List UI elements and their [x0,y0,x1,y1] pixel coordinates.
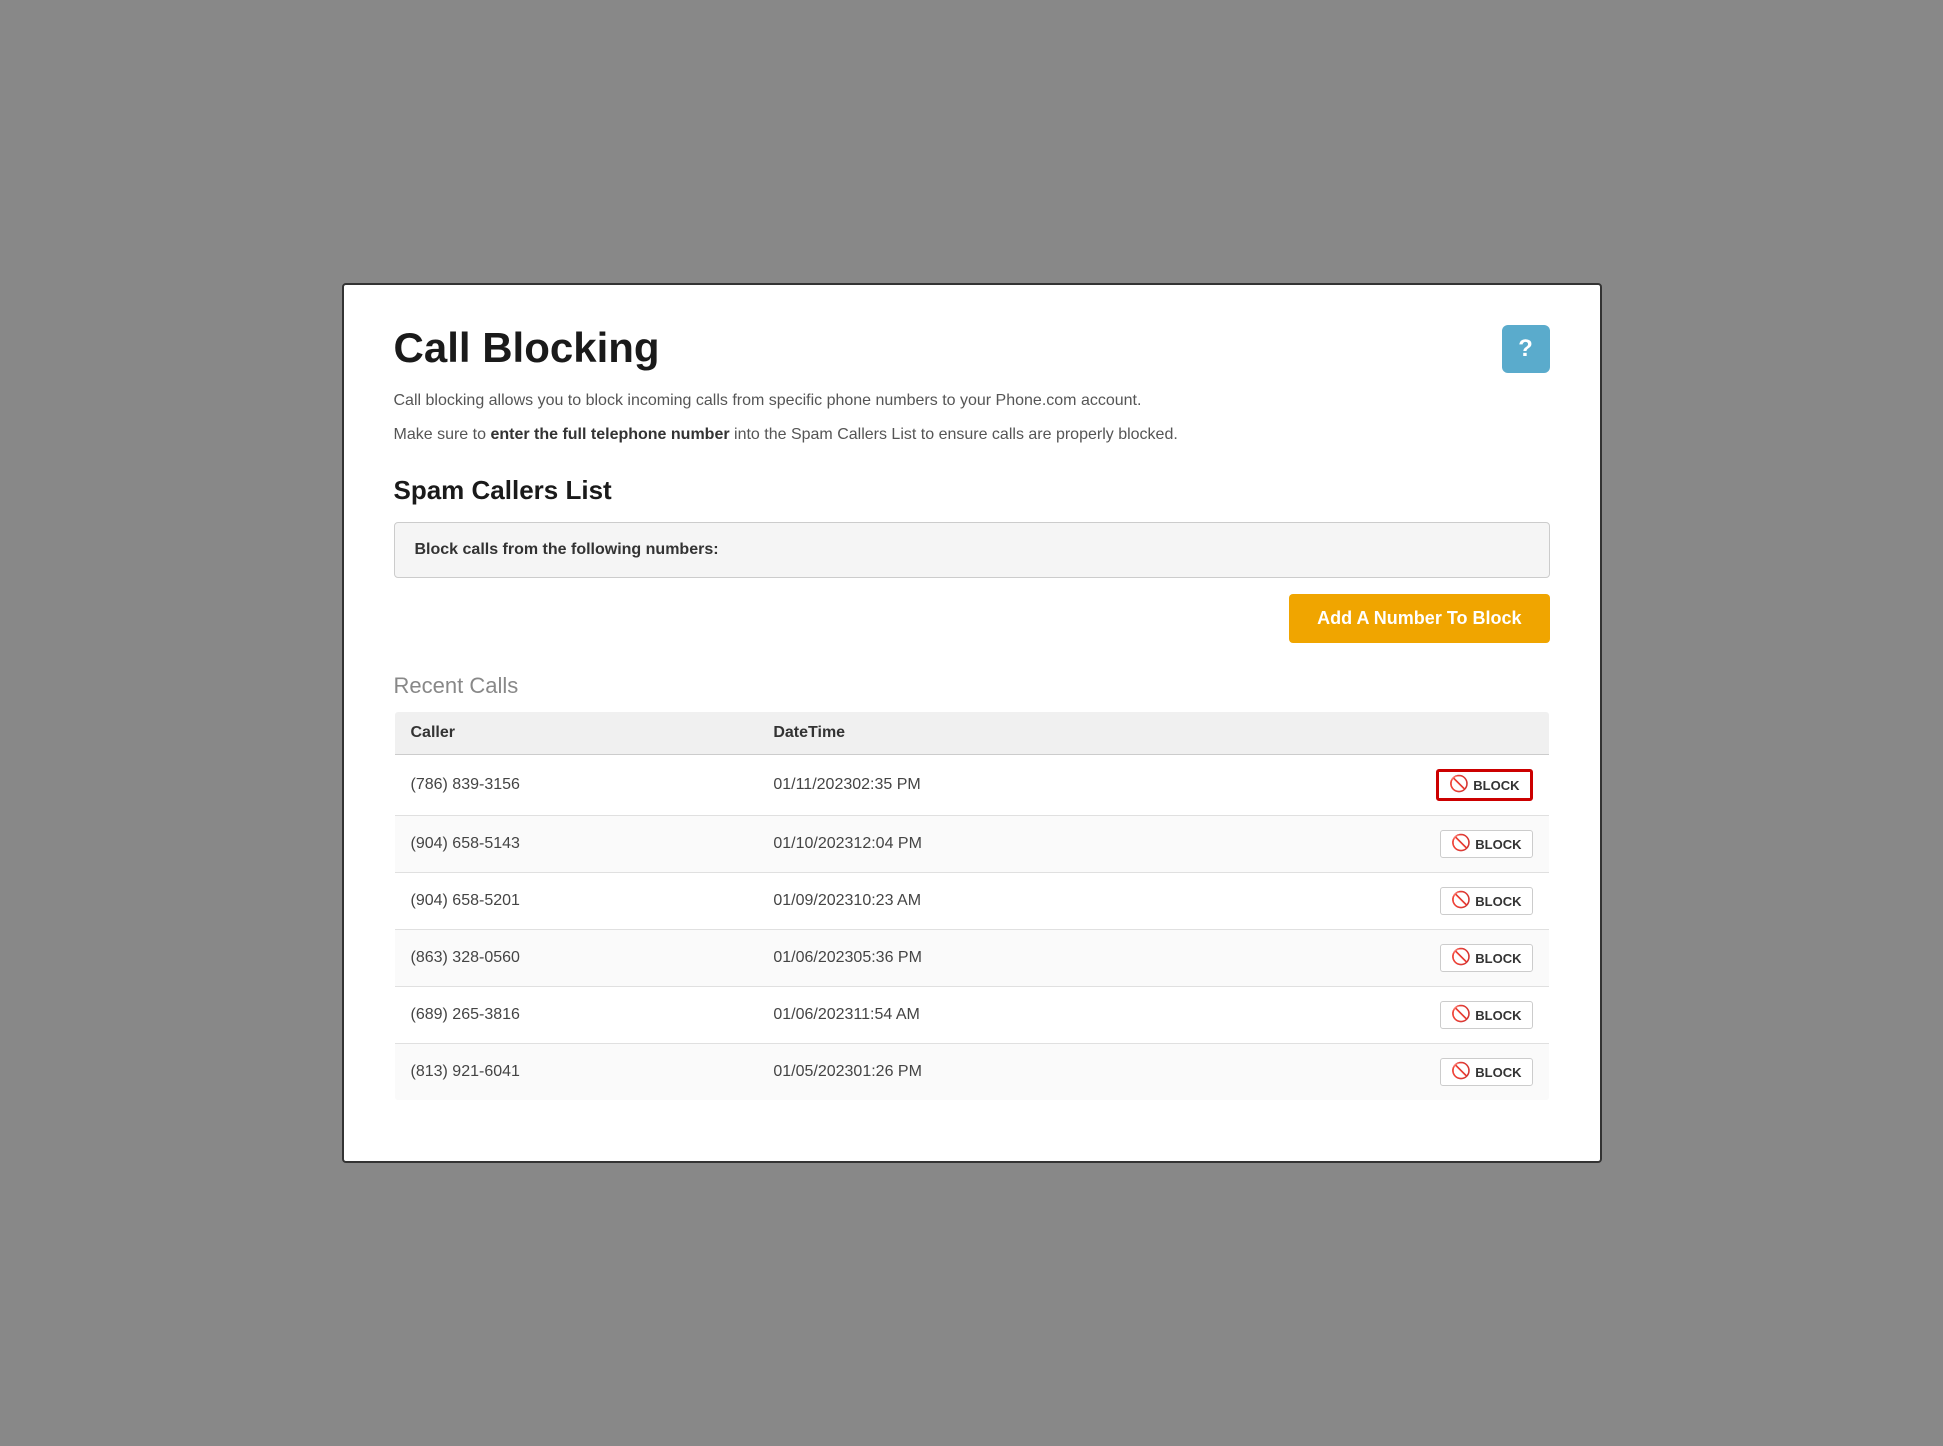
block-icon: 🚫 [1451,950,1471,966]
spam-callers-box: Block calls from the following numbers: [394,522,1550,578]
block-label: BLOCK [1473,778,1519,793]
description1: Call blocking allows you to block incomi… [394,389,1550,413]
cell-caller: (786) 839-3156 [394,755,757,816]
block-button[interactable]: 🚫 BLOCK [1436,769,1532,801]
block-button[interactable]: 🚫 BLOCK [1440,830,1532,858]
col-caller: Caller [394,712,757,755]
spam-callers-title: Spam Callers List [394,475,1550,506]
cell-datetime: 01/06/202305:36 PM [757,930,1219,987]
block-button[interactable]: 🚫 BLOCK [1440,1058,1532,1086]
cell-caller: (904) 658-5201 [394,873,757,930]
cell-block: 🚫 BLOCK [1220,987,1549,1044]
cell-datetime: 01/05/202301:26 PM [757,1044,1219,1101]
cell-caller: (813) 921-6041 [394,1044,757,1101]
block-button[interactable]: 🚫 BLOCK [1440,887,1532,915]
block-button[interactable]: 🚫 BLOCK [1440,1001,1532,1029]
table-row: (689) 265-381601/06/202311:54 AM 🚫 BLOCK [394,987,1549,1044]
recent-calls-title: Recent Calls [394,673,1550,699]
description2: Make sure to enter the full telephone nu… [394,423,1550,447]
block-label: BLOCK [1475,837,1521,852]
table-row: (904) 658-514301/10/202312:04 PM 🚫 BLOCK [394,816,1549,873]
add-button-row: Add A Number To Block [394,594,1550,643]
page-container: Call Blocking ? Call blocking allows you… [342,283,1602,1163]
block-icon: 🚫 [1451,1064,1471,1080]
cell-caller: (689) 265-3816 [394,987,757,1044]
table-row: (904) 658-520101/09/202310:23 AM 🚫 BLOCK [394,873,1549,930]
description2-prefix: Make sure to [394,426,491,443]
spam-callers-label: Block calls from the following numbers: [415,541,719,558]
add-number-button[interactable]: Add A Number To Block [1289,594,1549,643]
table-row: (786) 839-315601/11/202302:35 PM 🚫 BLOCK [394,755,1549,816]
cell-block: 🚫 BLOCK [1220,755,1549,816]
block-label: BLOCK [1475,1008,1521,1023]
page-title: Call Blocking [394,325,660,371]
header-row: Call Blocking ? [394,325,1550,373]
cell-caller: (904) 658-5143 [394,816,757,873]
block-label: BLOCK [1475,951,1521,966]
description2-suffix: into the Spam Callers List to ensure cal… [730,426,1178,443]
cell-datetime: 01/11/202302:35 PM [757,755,1219,816]
cell-block: 🚫 BLOCK [1220,930,1549,987]
cell-caller: (863) 328-0560 [394,930,757,987]
col-action [1220,712,1549,755]
block-icon: 🚫 [1451,893,1471,909]
cell-datetime: 01/10/202312:04 PM [757,816,1219,873]
cell-datetime: 01/09/202310:23 AM [757,873,1219,930]
cell-block: 🚫 BLOCK [1220,1044,1549,1101]
table-row: (863) 328-056001/06/202305:36 PM 🚫 BLOCK [394,930,1549,987]
table-header-row: Caller DateTime [394,712,1549,755]
calls-table: Caller DateTime (786) 839-315601/11/2023… [394,711,1550,1101]
block-icon: 🚫 [1449,777,1469,793]
table-row: (813) 921-604101/05/202301:26 PM 🚫 BLOCK [394,1044,1549,1101]
block-icon: 🚫 [1451,1007,1471,1023]
cell-block: 🚫 BLOCK [1220,873,1549,930]
description2-bold: enter the full telephone number [490,426,729,443]
help-button[interactable]: ? [1502,325,1550,373]
block-label: BLOCK [1475,1065,1521,1080]
block-icon: 🚫 [1451,836,1471,852]
block-button[interactable]: 🚫 BLOCK [1440,944,1532,972]
block-label: BLOCK [1475,894,1521,909]
col-datetime: DateTime [757,712,1219,755]
cell-datetime: 01/06/202311:54 AM [757,987,1219,1044]
cell-block: 🚫 BLOCK [1220,816,1549,873]
